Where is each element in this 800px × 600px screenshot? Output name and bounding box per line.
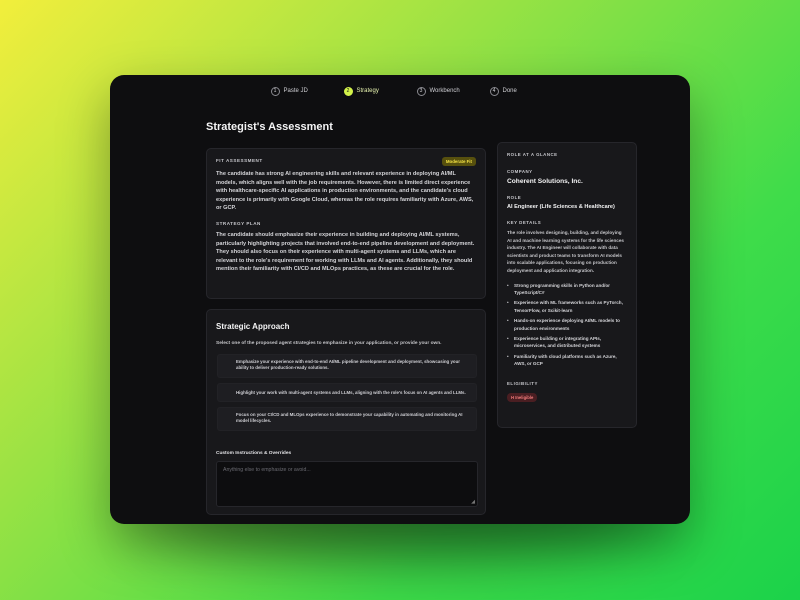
role-glance-label: ROLE AT A GLANCE — [507, 152, 558, 157]
role-name: AI Engineer (Life Sciences & Healthcare) — [507, 204, 615, 210]
role-at-a-glance-card: ROLE AT A GLANCE COMPANY Coherent Soluti… — [497, 142, 637, 428]
key-details-text: The role involves designing, building, a… — [507, 230, 624, 273]
app-window: 1 Paste JD 2 Strategy 3 Workbench 4 Done… — [110, 75, 690, 524]
strategy-plan-text: The candidate should emphasize their exp… — [216, 231, 475, 273]
step-label: Paste JD — [283, 88, 308, 94]
custom-instructions-input[interactable]: Anything else to emphasize or avoid... ◢ — [216, 461, 478, 507]
step-label: Strategy — [356, 88, 379, 94]
progress-stepper: 1 Paste JD 2 Strategy 3 Workbench 4 Done — [110, 81, 690, 101]
step-number: 4 — [489, 86, 499, 96]
fit-status-badge: Moderate Fit — [441, 157, 476, 166]
step-label: Workbench — [429, 88, 460, 94]
step-strategy[interactable]: 2 Strategy — [343, 81, 417, 101]
list-item: Experience building or integrating APIs,… — [507, 335, 627, 350]
page-title: Strategist's Assessment — [206, 121, 333, 133]
approach-description: Select one of the proposed agent strateg… — [216, 341, 442, 346]
company-name: Coherent Solutions, Inc. — [507, 178, 583, 185]
step-workbench[interactable]: 3 Workbench — [416, 81, 490, 101]
list-item: Hands-on experience deploying AI/ML mode… — [507, 317, 627, 332]
step-label: Done — [502, 88, 517, 94]
role-label: ROLE — [507, 195, 522, 200]
fit-assessment-text: The candidate has strong AI engineering … — [216, 171, 474, 212]
step-number: 2 — [343, 86, 353, 96]
approach-title: Strategic Approach — [216, 322, 290, 331]
company-label: COMPANY — [507, 169, 533, 174]
custom-instructions-label: Custom Instructions & Overrides — [216, 451, 292, 456]
strategy-option-1[interactable]: Emphasize your experience with end-to-en… — [217, 354, 477, 378]
eligibility-label: ELIGIBILITY — [507, 380, 538, 386]
strategy-option-3[interactable]: Focus on your CI/CD and MLOps experience… — [217, 407, 477, 431]
list-item: Familiarity with cloud platforms such as… — [507, 353, 627, 368]
step-done[interactable]: 4 Done — [489, 81, 530, 101]
step-number: 1 — [270, 86, 280, 96]
strategy-option-2[interactable]: Highlight your work with multi-agent sys… — [217, 383, 477, 402]
eligibility-badge: H Ineligible — [507, 392, 538, 402]
fit-assessment-card: FIT ASSESSMENT Moderate Fit The candidat… — [206, 148, 486, 299]
list-item: Experience with ML frameworks such as Py… — [507, 299, 627, 314]
step-paste-jd[interactable]: 1 Paste JD — [270, 81, 344, 101]
fit-assessment-label: FIT ASSESSMENT — [216, 158, 263, 163]
strategic-approach-card: Strategic Approach Select one of the pro… — [206, 309, 486, 515]
key-details-label: KEY DETAILS — [507, 220, 542, 225]
step-number: 3 — [416, 86, 426, 96]
resize-grip-icon[interactable]: ◢ — [471, 499, 475, 505]
list-item: Strong programming skills in Python and/… — [507, 282, 627, 297]
strategy-plan-label: STRATEGY PLAN — [216, 220, 261, 226]
requirements-list: Strong programming skills in Python and/… — [507, 282, 627, 368]
custom-instructions-placeholder: Anything else to emphasize or avoid... — [223, 467, 311, 473]
